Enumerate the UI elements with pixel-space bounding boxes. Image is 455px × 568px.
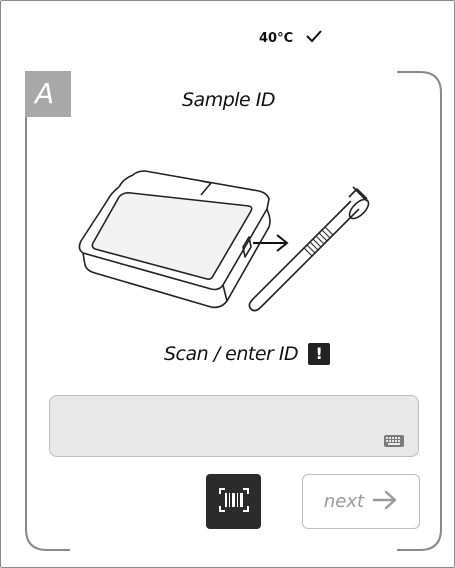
device-insert-tube-illustration — [71, 161, 391, 326]
barcode-scan-button[interactable] — [206, 474, 261, 529]
next-button-label: next — [323, 491, 365, 512]
scan-prompt: Scan / enter ID ! — [164, 343, 331, 365]
scan-prompt-label: Scan / enter ID — [164, 343, 299, 365]
device-screen: 40°C A Sample ID Scan / enter ID ! next — [0, 0, 455, 568]
next-button[interactable]: next — [302, 474, 420, 529]
alert-icon: ! — [308, 343, 331, 365]
barcode-scan-icon — [218, 487, 249, 516]
status-bar: 40°C — [259, 29, 323, 47]
arrow-right-icon — [372, 490, 398, 514]
temperature-readout: 40°C — [259, 30, 294, 46]
sample-id-input[interactable] — [49, 395, 419, 457]
keyboard-icon[interactable] — [384, 432, 404, 447]
page-title: Sample ID — [181, 89, 276, 111]
check-icon — [305, 29, 323, 47]
